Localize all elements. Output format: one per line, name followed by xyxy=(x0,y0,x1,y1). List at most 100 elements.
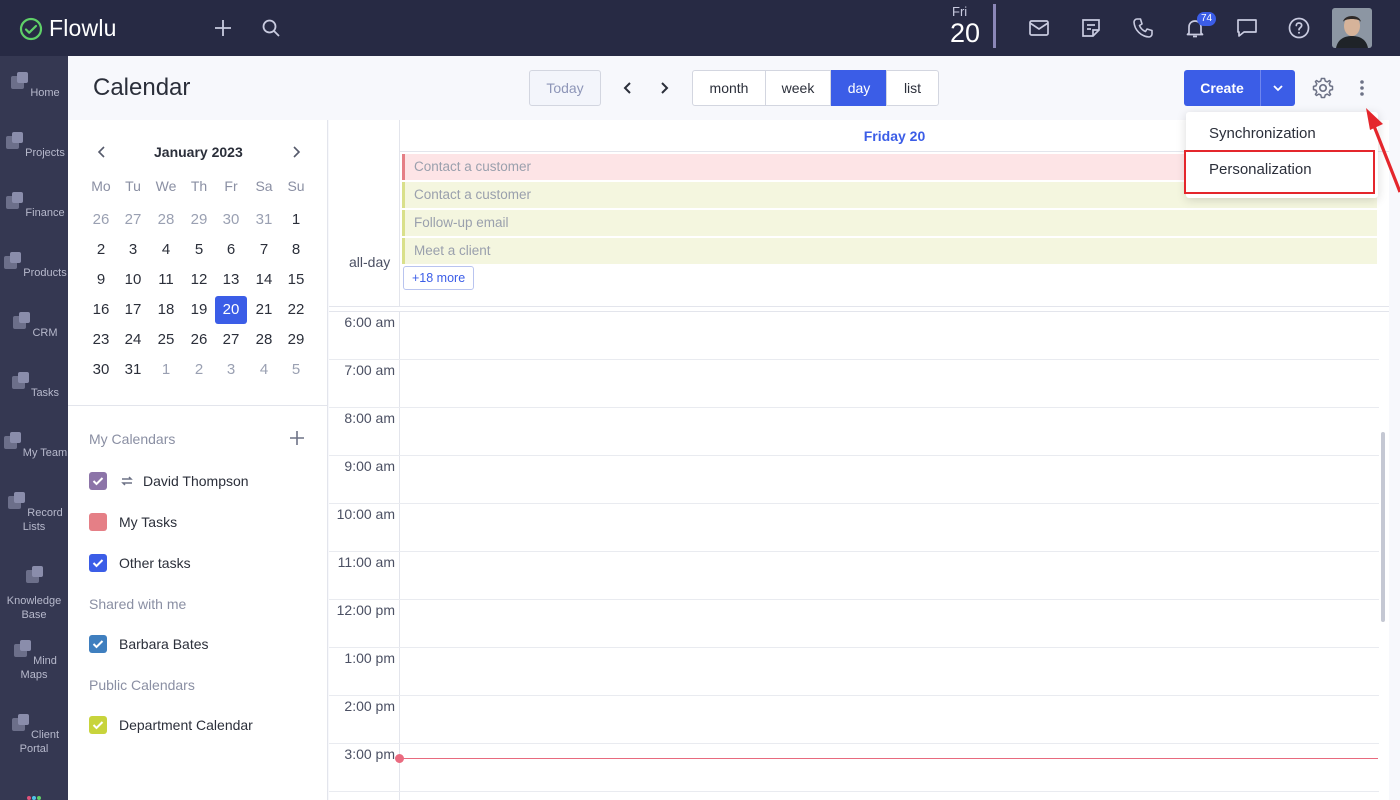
mini-calendar-prev-month[interactable] xyxy=(92,142,112,162)
time-slot[interactable]: 9:00 am xyxy=(329,456,1379,504)
mini-calendar-day[interactable]: 8 xyxy=(280,236,312,264)
mini-calendar-day[interactable]: 16 xyxy=(85,296,117,324)
view-week-button[interactable]: week xyxy=(765,70,831,106)
view-day-button[interactable]: day xyxy=(831,70,887,106)
gear-icon[interactable] xyxy=(1309,74,1337,102)
view-list-button[interactable]: list xyxy=(886,70,939,106)
mini-calendar-day[interactable]: 27 xyxy=(117,206,149,234)
mini-calendar-day[interactable]: 26 xyxy=(85,206,117,234)
nav-item-mind-maps[interactable]: Mind Maps xyxy=(0,638,68,682)
apps-grid-icon[interactable] xyxy=(26,788,42,800)
mini-calendar-day[interactable]: 31 xyxy=(248,206,280,234)
calendar-checkbox[interactable] xyxy=(89,513,107,531)
add-icon[interactable] xyxy=(209,14,237,42)
calendar-checkbox[interactable] xyxy=(89,472,107,490)
mini-calendar-day[interactable]: 1 xyxy=(280,206,312,234)
view-month-button[interactable]: month xyxy=(692,70,766,106)
add-calendar-icon[interactable] xyxy=(283,424,311,452)
mini-calendar-day[interactable]: 21 xyxy=(248,296,280,324)
create-dropdown-toggle[interactable] xyxy=(1260,70,1295,106)
mini-calendar-day[interactable]: 15 xyxy=(280,266,312,294)
all-day-event[interactable]: Follow-up email xyxy=(402,210,1377,236)
mini-calendar-day[interactable]: 27 xyxy=(215,326,247,354)
calendar-item-david-thompson[interactable]: David Thompson xyxy=(89,472,249,490)
calendar-checkbox[interactable] xyxy=(89,635,107,653)
mini-calendar-day[interactable]: 30 xyxy=(85,356,117,384)
nav-item-home[interactable]: Home xyxy=(0,70,68,100)
mini-calendar-day[interactable]: 4 xyxy=(248,356,280,384)
calendar-item-other-tasks[interactable]: Other tasks xyxy=(89,554,191,572)
logo[interactable]: Flowlu xyxy=(19,15,117,42)
time-slot[interactable]: 8:00 am xyxy=(329,408,1379,456)
mini-calendar-day[interactable]: 14 xyxy=(248,266,280,294)
calendar-checkbox[interactable] xyxy=(89,554,107,572)
mini-calendar-day[interactable]: 5 xyxy=(183,236,215,264)
calendar-item-department-calendar[interactable]: Department Calendar xyxy=(89,716,253,734)
nav-item-record-lists[interactable]: Record Lists xyxy=(0,490,68,534)
nav-item-tasks[interactable]: Tasks xyxy=(0,370,68,400)
mini-calendar-day[interactable]: 3 xyxy=(117,236,149,264)
today-button[interactable]: Today xyxy=(529,70,601,106)
mini-calendar-day[interactable]: 26 xyxy=(183,326,215,354)
nav-item-projects[interactable]: Projects xyxy=(0,130,68,160)
calendar-checkbox[interactable] xyxy=(89,716,107,734)
mini-calendar-day[interactable]: 29 xyxy=(280,326,312,354)
time-slot[interactable]: 12:00 pm xyxy=(329,600,1379,648)
more-events-link[interactable]: +18 more xyxy=(403,266,475,290)
mini-calendar-day[interactable]: 28 xyxy=(150,206,182,234)
mini-calendar-day[interactable]: 13 xyxy=(215,266,247,294)
mini-calendar-day[interactable]: 17 xyxy=(117,296,149,324)
help-icon[interactable] xyxy=(1285,14,1313,42)
mini-calendar-day[interactable]: 9 xyxy=(85,266,117,294)
search-icon[interactable] xyxy=(257,14,285,42)
chat-icon[interactable] xyxy=(1233,14,1261,42)
nav-item-products[interactable]: Products xyxy=(0,250,68,280)
synchronization-menu-item[interactable]: Synchronization xyxy=(1186,116,1378,152)
mini-calendar-day[interactable]: 11 xyxy=(150,266,182,294)
scrollbar[interactable] xyxy=(1381,432,1385,622)
mini-calendar-day[interactable]: 1 xyxy=(150,356,182,384)
all-day-event[interactable]: Meet a client xyxy=(402,238,1377,264)
time-slot[interactable]: 2:00 pm xyxy=(329,696,1379,744)
mini-calendar-day[interactable]: 24 xyxy=(117,326,149,354)
mail-icon[interactable] xyxy=(1025,14,1053,42)
time-slot[interactable]: 10:00 am xyxy=(329,504,1379,552)
phone-icon[interactable] xyxy=(1129,14,1157,42)
mini-calendar-day[interactable]: 5 xyxy=(280,356,312,384)
user-avatar[interactable] xyxy=(1332,8,1372,48)
mini-calendar-day[interactable]: 10 xyxy=(117,266,149,294)
mini-calendar-day[interactable]: 2 xyxy=(85,236,117,264)
time-slot[interactable]: 11:00 am xyxy=(329,552,1379,600)
bell-icon[interactable]: 74 xyxy=(1181,12,1217,42)
mini-calendar-day[interactable]: 20 xyxy=(215,296,247,324)
time-slot[interactable]: 7:00 am xyxy=(329,360,1379,408)
mini-calendar-day[interactable]: 4 xyxy=(150,236,182,264)
next-day-button[interactable] xyxy=(654,78,674,98)
notes-icon[interactable] xyxy=(1077,14,1105,42)
nav-item-client-portal[interactable]: Client Portal xyxy=(0,712,68,756)
nav-item-my-team[interactable]: My Team xyxy=(0,430,68,460)
mini-calendar-day[interactable]: 31 xyxy=(117,356,149,384)
mini-calendar-day[interactable]: 18 xyxy=(150,296,182,324)
mini-calendar-day[interactable]: 23 xyxy=(85,326,117,354)
mini-calendar-day[interactable]: 28 xyxy=(248,326,280,354)
mini-calendar-day[interactable]: 19 xyxy=(183,296,215,324)
time-slot[interactable]: 6:00 am xyxy=(329,312,1379,360)
mini-calendar-day[interactable]: 22 xyxy=(280,296,312,324)
time-slot[interactable]: 1:00 pm xyxy=(329,648,1379,696)
mini-calendar-day[interactable]: 25 xyxy=(150,326,182,354)
mini-calendar-day[interactable]: 29 xyxy=(183,206,215,234)
nav-item-knowledge-base[interactable]: Knowledge Base xyxy=(0,564,68,622)
mini-calendar-day[interactable]: 2 xyxy=(183,356,215,384)
mini-calendar-day[interactable]: 30 xyxy=(215,206,247,234)
previous-day-button[interactable] xyxy=(618,78,638,98)
mini-calendar-day[interactable]: 7 xyxy=(248,236,280,264)
mini-calendar-next-month[interactable] xyxy=(286,142,306,162)
mini-calendar-day[interactable]: 3 xyxy=(215,356,247,384)
calendar-item-barbara-bates[interactable]: Barbara Bates xyxy=(89,635,209,653)
more-options-icon[interactable] xyxy=(1348,74,1376,102)
time-slot[interactable]: 3:00 pm xyxy=(329,744,1379,792)
calendar-item-my-tasks[interactable]: My Tasks xyxy=(89,513,177,531)
mini-calendar-day[interactable]: 12 xyxy=(183,266,215,294)
nav-item-crm[interactable]: CRM xyxy=(0,310,68,340)
